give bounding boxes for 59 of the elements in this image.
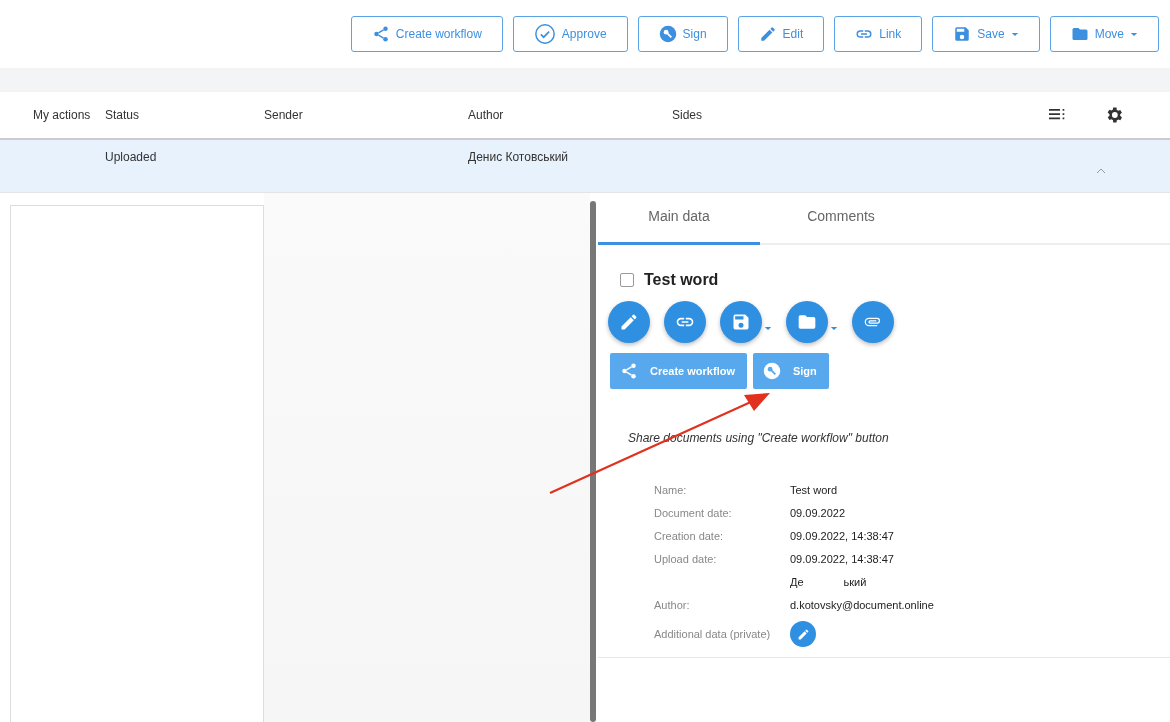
- detail-label: Creation date:: [654, 530, 724, 542]
- detail-label: Name:: [654, 484, 687, 496]
- share-icon: [371, 25, 390, 43]
- caret-icon: [1010, 31, 1019, 37]
- detail-value: 09.09.2022, 14:38:47: [790, 553, 894, 565]
- toolbar-button[interactable]: Edit: [737, 16, 825, 52]
- toolbar-button[interactable]: Save: [932, 16, 1040, 52]
- checkbox[interactable]: [620, 273, 634, 287]
- table-row[interactable]: Uploaded Денис Котовський: [0, 140, 1170, 192]
- column-header[interactable]: Sender: [264, 108, 468, 122]
- save-icon: [953, 25, 972, 43]
- table-cell: Денис Котовський: [468, 150, 569, 164]
- document-title: Test word: [644, 271, 719, 289]
- share-icon: [620, 362, 638, 380]
- save-button[interactable]: [720, 301, 772, 343]
- toolbar-button[interactable]: Move: [1049, 16, 1159, 52]
- attach-button[interactable]: [852, 301, 894, 343]
- toolbar-button[interactable]: Create workflow: [350, 16, 503, 52]
- detail-value: 09.09.2022: [790, 507, 846, 519]
- detail-label: Additional data (private): [654, 628, 771, 640]
- detail-label: Document date:: [654, 507, 732, 519]
- table-cell: Uploaded: [105, 150, 157, 164]
- detail-value: ький: [843, 576, 867, 588]
- toolbar-button[interactable]: Sign: [637, 16, 728, 52]
- tab[interactable]: Comments: [760, 193, 922, 245]
- folder-button[interactable]: [786, 301, 838, 343]
- edit-button[interactable]: [790, 621, 816, 647]
- detail-value: Test word: [790, 484, 838, 496]
- detail-label: Author:: [654, 599, 690, 611]
- edit-button[interactable]: [608, 301, 650, 343]
- column-menu-icon[interactable]: [1049, 109, 1066, 121]
- edit-icon: [758, 25, 777, 43]
- column-header[interactable]: Sides: [672, 108, 792, 122]
- edit-icon: [796, 627, 810, 641]
- caret-icon: [1130, 31, 1138, 37]
- chevron-icon[interactable]: [1096, 168, 1106, 174]
- sign-icon: [762, 362, 781, 380]
- caret-icon: [764, 325, 772, 331]
- caret-icon: [830, 325, 838, 331]
- approve-icon: [533, 23, 556, 45]
- folder-icon: [797, 312, 817, 332]
- column-header[interactable]: Author: [468, 108, 672, 122]
- detail-value: 09.09.2022, 14:38:47: [790, 530, 894, 542]
- link-button[interactable]: [664, 301, 706, 343]
- toolbar-button[interactable]: Approve: [512, 16, 628, 52]
- save-icon: [731, 312, 751, 332]
- column-header[interactable]: My actions: [33, 108, 105, 122]
- sign-icon: [658, 25, 677, 43]
- column-header[interactable]: Status: [105, 108, 264, 122]
- tab[interactable]: Main data: [598, 193, 760, 245]
- detail-value: d.kotovsky@document.online: [790, 599, 934, 611]
- action-button[interactable]: Sign: [752, 353, 829, 389]
- detail-label: Upload date:: [654, 553, 717, 565]
- folder-icon: [1070, 25, 1089, 43]
- action-button[interactable]: Create workflow: [610, 353, 747, 389]
- toolbar-button[interactable]: Link: [834, 16, 923, 52]
- detail-value: Де: [790, 576, 804, 588]
- edit-icon: [619, 312, 639, 332]
- scrollbar[interactable]: [590, 201, 596, 722]
